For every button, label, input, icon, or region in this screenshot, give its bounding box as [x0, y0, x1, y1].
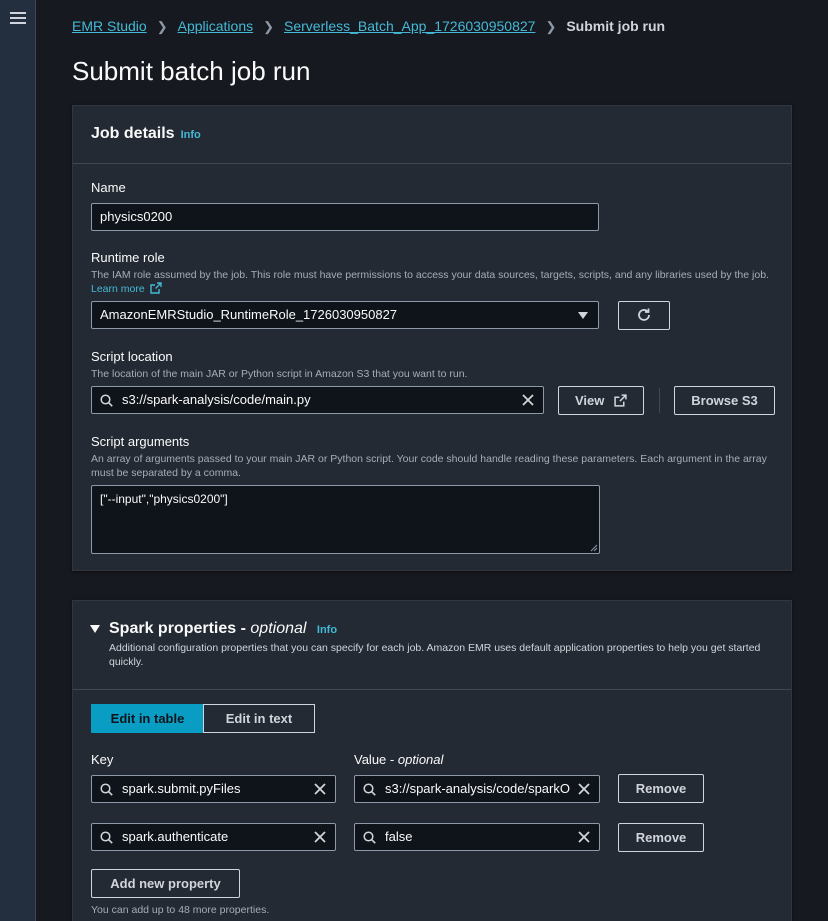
search-icon [100, 394, 113, 407]
clear-icon[interactable] [313, 830, 327, 844]
search-icon [363, 783, 376, 796]
view-button[interactable]: View [558, 386, 644, 415]
search-icon [363, 831, 376, 844]
runtime-role-select[interactable]: AmazonEMRStudio_RuntimeRole_172603095082… [91, 301, 599, 329]
value-column-label: Value - optional [354, 752, 444, 767]
property-value-value: false [385, 829, 413, 844]
refresh-button[interactable] [618, 301, 670, 330]
job-details-info-link[interactable]: Info [181, 129, 201, 141]
caret-down-icon [578, 312, 588, 319]
properties-limit-hint: You can add up to 48 more properties. [91, 904, 270, 916]
spark-properties-title: Spark properties - [109, 620, 246, 637]
script-location-label: Script location [91, 349, 173, 364]
key-column-label: Key [91, 752, 114, 767]
remove-button[interactable]: Remove [618, 774, 704, 803]
expand-caret-icon[interactable] [90, 625, 100, 633]
script-location-value: s3://spark-analysis/code/main.py [122, 392, 311, 407]
chevron-right-icon: ❯ [263, 19, 275, 34]
clear-icon[interactable] [521, 393, 535, 407]
tab-edit-in-table[interactable]: Edit in table [91, 704, 204, 733]
property-value-value: s3://spark-analysis/code/sparkO [385, 781, 570, 796]
external-link-icon [149, 282, 162, 294]
search-icon [100, 831, 113, 844]
property-key-value: spark.submit.pyFiles [122, 781, 241, 796]
property-key-input[interactable]: spark.authenticate [91, 823, 336, 851]
job-details-title: Job details [91, 125, 175, 142]
property-key-value: spark.authenticate [122, 829, 229, 844]
spark-properties-description: Additional configuration properties that… [109, 642, 761, 668]
runtime-role-desc-text: The IAM role assumed by the job. This ro… [91, 269, 769, 281]
chevron-right-icon: ❯ [156, 19, 168, 34]
name-label: Name [91, 180, 126, 195]
script-arguments-value: ["--input","physics0200"] [100, 492, 228, 506]
script-arguments-description: An array of arguments passed to your mai… [91, 453, 767, 479]
property-key-input[interactable]: spark.submit.pyFiles [91, 775, 336, 803]
clear-icon[interactable] [577, 830, 591, 844]
browse-s3-button[interactable]: Browse S3 [674, 386, 775, 415]
spark-properties-optional: optional [250, 620, 307, 637]
spark-properties-panel: Spark properties - optional Info Additio… [72, 600, 792, 921]
refresh-icon [638, 308, 650, 321]
name-value: physics0200 [100, 209, 173, 224]
breadcrumb: EMR Studio ❯ Applications ❯ Serverless_Batch… [72, 18, 665, 35]
runtime-role-value: AmazonEMRStudio_RuntimeRole_172603095082… [100, 307, 398, 322]
spark-properties-header[interactable]: Spark properties - optional Info Additio… [73, 601, 791, 690]
clear-icon[interactable] [313, 782, 327, 796]
button-divider [659, 388, 660, 413]
script-arguments-textarea[interactable]: ["--input","physics0200"] [91, 485, 600, 554]
side-navigation-rail [0, 0, 36, 921]
script-location-description: The location of the main JAR or Python s… [91, 368, 468, 380]
property-value-input[interactable]: false [354, 823, 600, 851]
breadcrumb-applications[interactable]: Applications [178, 18, 254, 34]
breadcrumb-emr-studio[interactable]: EMR Studio [72, 18, 147, 34]
property-value-input[interactable]: s3://spark-analysis/code/sparkO [354, 775, 600, 803]
breadcrumb-current: Submit job run [566, 18, 666, 34]
job-details-header: Job details Info [73, 106, 791, 164]
search-icon [100, 783, 113, 796]
view-button-label: View [574, 393, 605, 408]
name-field[interactable]: physics0200 [91, 203, 599, 231]
chevron-right-icon: ❯ [545, 19, 557, 34]
script-location-input[interactable]: s3://spark-analysis/code/main.py [91, 386, 544, 414]
breadcrumb-application[interactable]: Serverless_Batch_App_1726030950827 [284, 18, 535, 34]
remove-button[interactable]: Remove [618, 823, 704, 852]
runtime-role-description: The IAM role assumed by the job. This ro… [91, 268, 781, 296]
job-details-panel: Job details Info Name physics0200 Runtime… [72, 105, 792, 571]
hamburger-menu-icon[interactable] [10, 10, 26, 26]
runtime-role-label: Runtime role [91, 250, 165, 265]
clear-icon[interactable] [577, 782, 591, 796]
resize-handle-icon[interactable] [590, 544, 598, 552]
learn-more-link[interactable]: Learn more [91, 282, 162, 295]
spark-properties-info-link[interactable]: Info [317, 624, 337, 636]
script-arguments-label: Script arguments [91, 434, 190, 449]
tab-edit-in-text[interactable]: Edit in text [203, 704, 315, 733]
add-new-property-button[interactable]: Add new property [91, 869, 240, 898]
page-title: Submit batch job run [72, 56, 311, 86]
external-link-icon [614, 394, 627, 407]
